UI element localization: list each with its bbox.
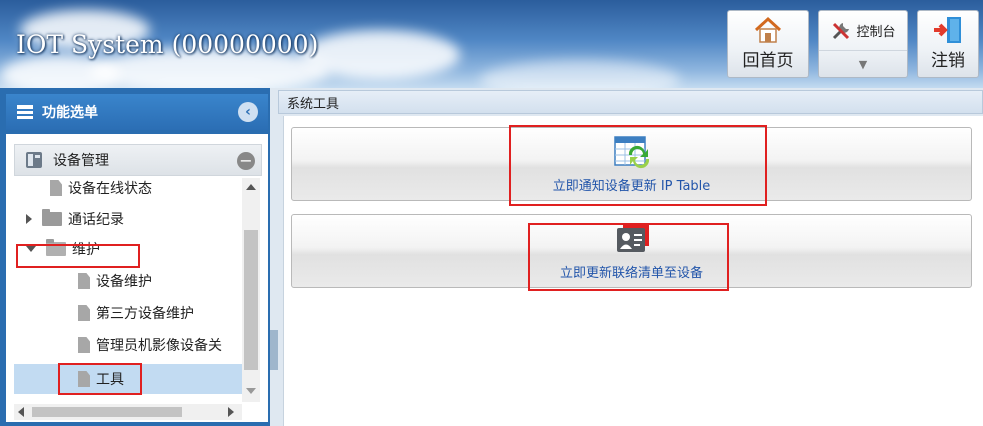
scrollbar-thumb[interactable]: [244, 230, 258, 370]
tree-item-label: 设备在线状态: [68, 181, 152, 197]
tree-item-label: 通话纪录: [68, 212, 124, 228]
tree-item-admin-video-device[interactable]: 管理员机影像设备关: [78, 330, 222, 360]
highlight-box: [16, 244, 140, 268]
expand-arrow-icon[interactable]: [26, 214, 32, 224]
home-button-label: 回首页: [742, 51, 794, 71]
logout-button-label: 注销: [931, 51, 965, 71]
scroll-right-icon[interactable]: [228, 407, 234, 417]
tree-item-call-records[interactable]: 通话纪录: [26, 204, 124, 234]
console-chevron-down-icon[interactable]: ▼: [819, 51, 907, 77]
breadcrumb: 系统工具: [278, 90, 983, 114]
app-header: IOT System (00000000) 回首页 控制台 ▼ 注销: [0, 0, 983, 88]
console-dropdown[interactable]: 控制台 ▼: [818, 10, 908, 78]
document-icon: [50, 180, 62, 196]
document-icon: [78, 273, 90, 289]
menu-list-icon: [17, 105, 33, 119]
group-header-device-management[interactable]: 设备管理 −: [14, 144, 262, 176]
logout-button[interactable]: 注销: [917, 10, 979, 78]
tree-item-third-party-maintenance[interactable]: 第三方设备维护: [78, 298, 194, 328]
document-icon: [78, 337, 90, 353]
cloud-decoration: [300, 30, 460, 80]
sidebar-title: 功能选单: [42, 105, 98, 121]
page-title: 系统工具: [287, 96, 340, 112]
app-title: IOT System (00000000): [16, 30, 319, 59]
console-label: 控制台: [856, 25, 896, 40]
tree-item-device-maintenance[interactable]: 设备维护: [78, 266, 152, 296]
tree-horizontal-scrollbar[interactable]: [14, 404, 242, 420]
cloud-decoration: [480, 60, 680, 88]
sidebar-header: 功能选单 ‹: [6, 94, 268, 130]
logout-door-icon: [934, 17, 961, 43]
folder-icon: [42, 209, 62, 226]
highlight-box: [58, 363, 142, 395]
document-icon: [78, 305, 90, 321]
home-button[interactable]: 回首页: [727, 10, 809, 78]
group-title: 设备管理: [53, 153, 109, 169]
highlight-box: [528, 223, 729, 291]
scroll-left-icon[interactable]: [18, 407, 24, 417]
console-button[interactable]: 控制台: [819, 11, 907, 51]
group-collapse-icon[interactable]: −: [237, 152, 255, 170]
layout-splitter[interactable]: [270, 88, 278, 426]
tools-icon: [833, 22, 850, 39]
scroll-up-icon[interactable]: [246, 184, 256, 190]
cloud-decoration: [0, 55, 120, 88]
tree-item-label: 管理员机影像设备关: [96, 338, 222, 354]
home-icon: [754, 16, 782, 43]
scroll-down-icon[interactable]: [246, 388, 256, 394]
tree-item-label: 第三方设备维护: [96, 306, 194, 322]
tree-vertical-scrollbar[interactable]: [242, 178, 260, 402]
scrollbar-thumb[interactable]: [32, 407, 182, 417]
highlight-box: [509, 125, 767, 206]
tree-item-device-online-status[interactable]: 设备在线状态: [50, 178, 152, 203]
sidebar-collapse-icon[interactable]: ‹: [238, 102, 258, 122]
tree-item-label: 设备维护: [96, 274, 152, 290]
device-phone-icon: [26, 152, 42, 168]
splitter-handle[interactable]: [270, 330, 278, 370]
